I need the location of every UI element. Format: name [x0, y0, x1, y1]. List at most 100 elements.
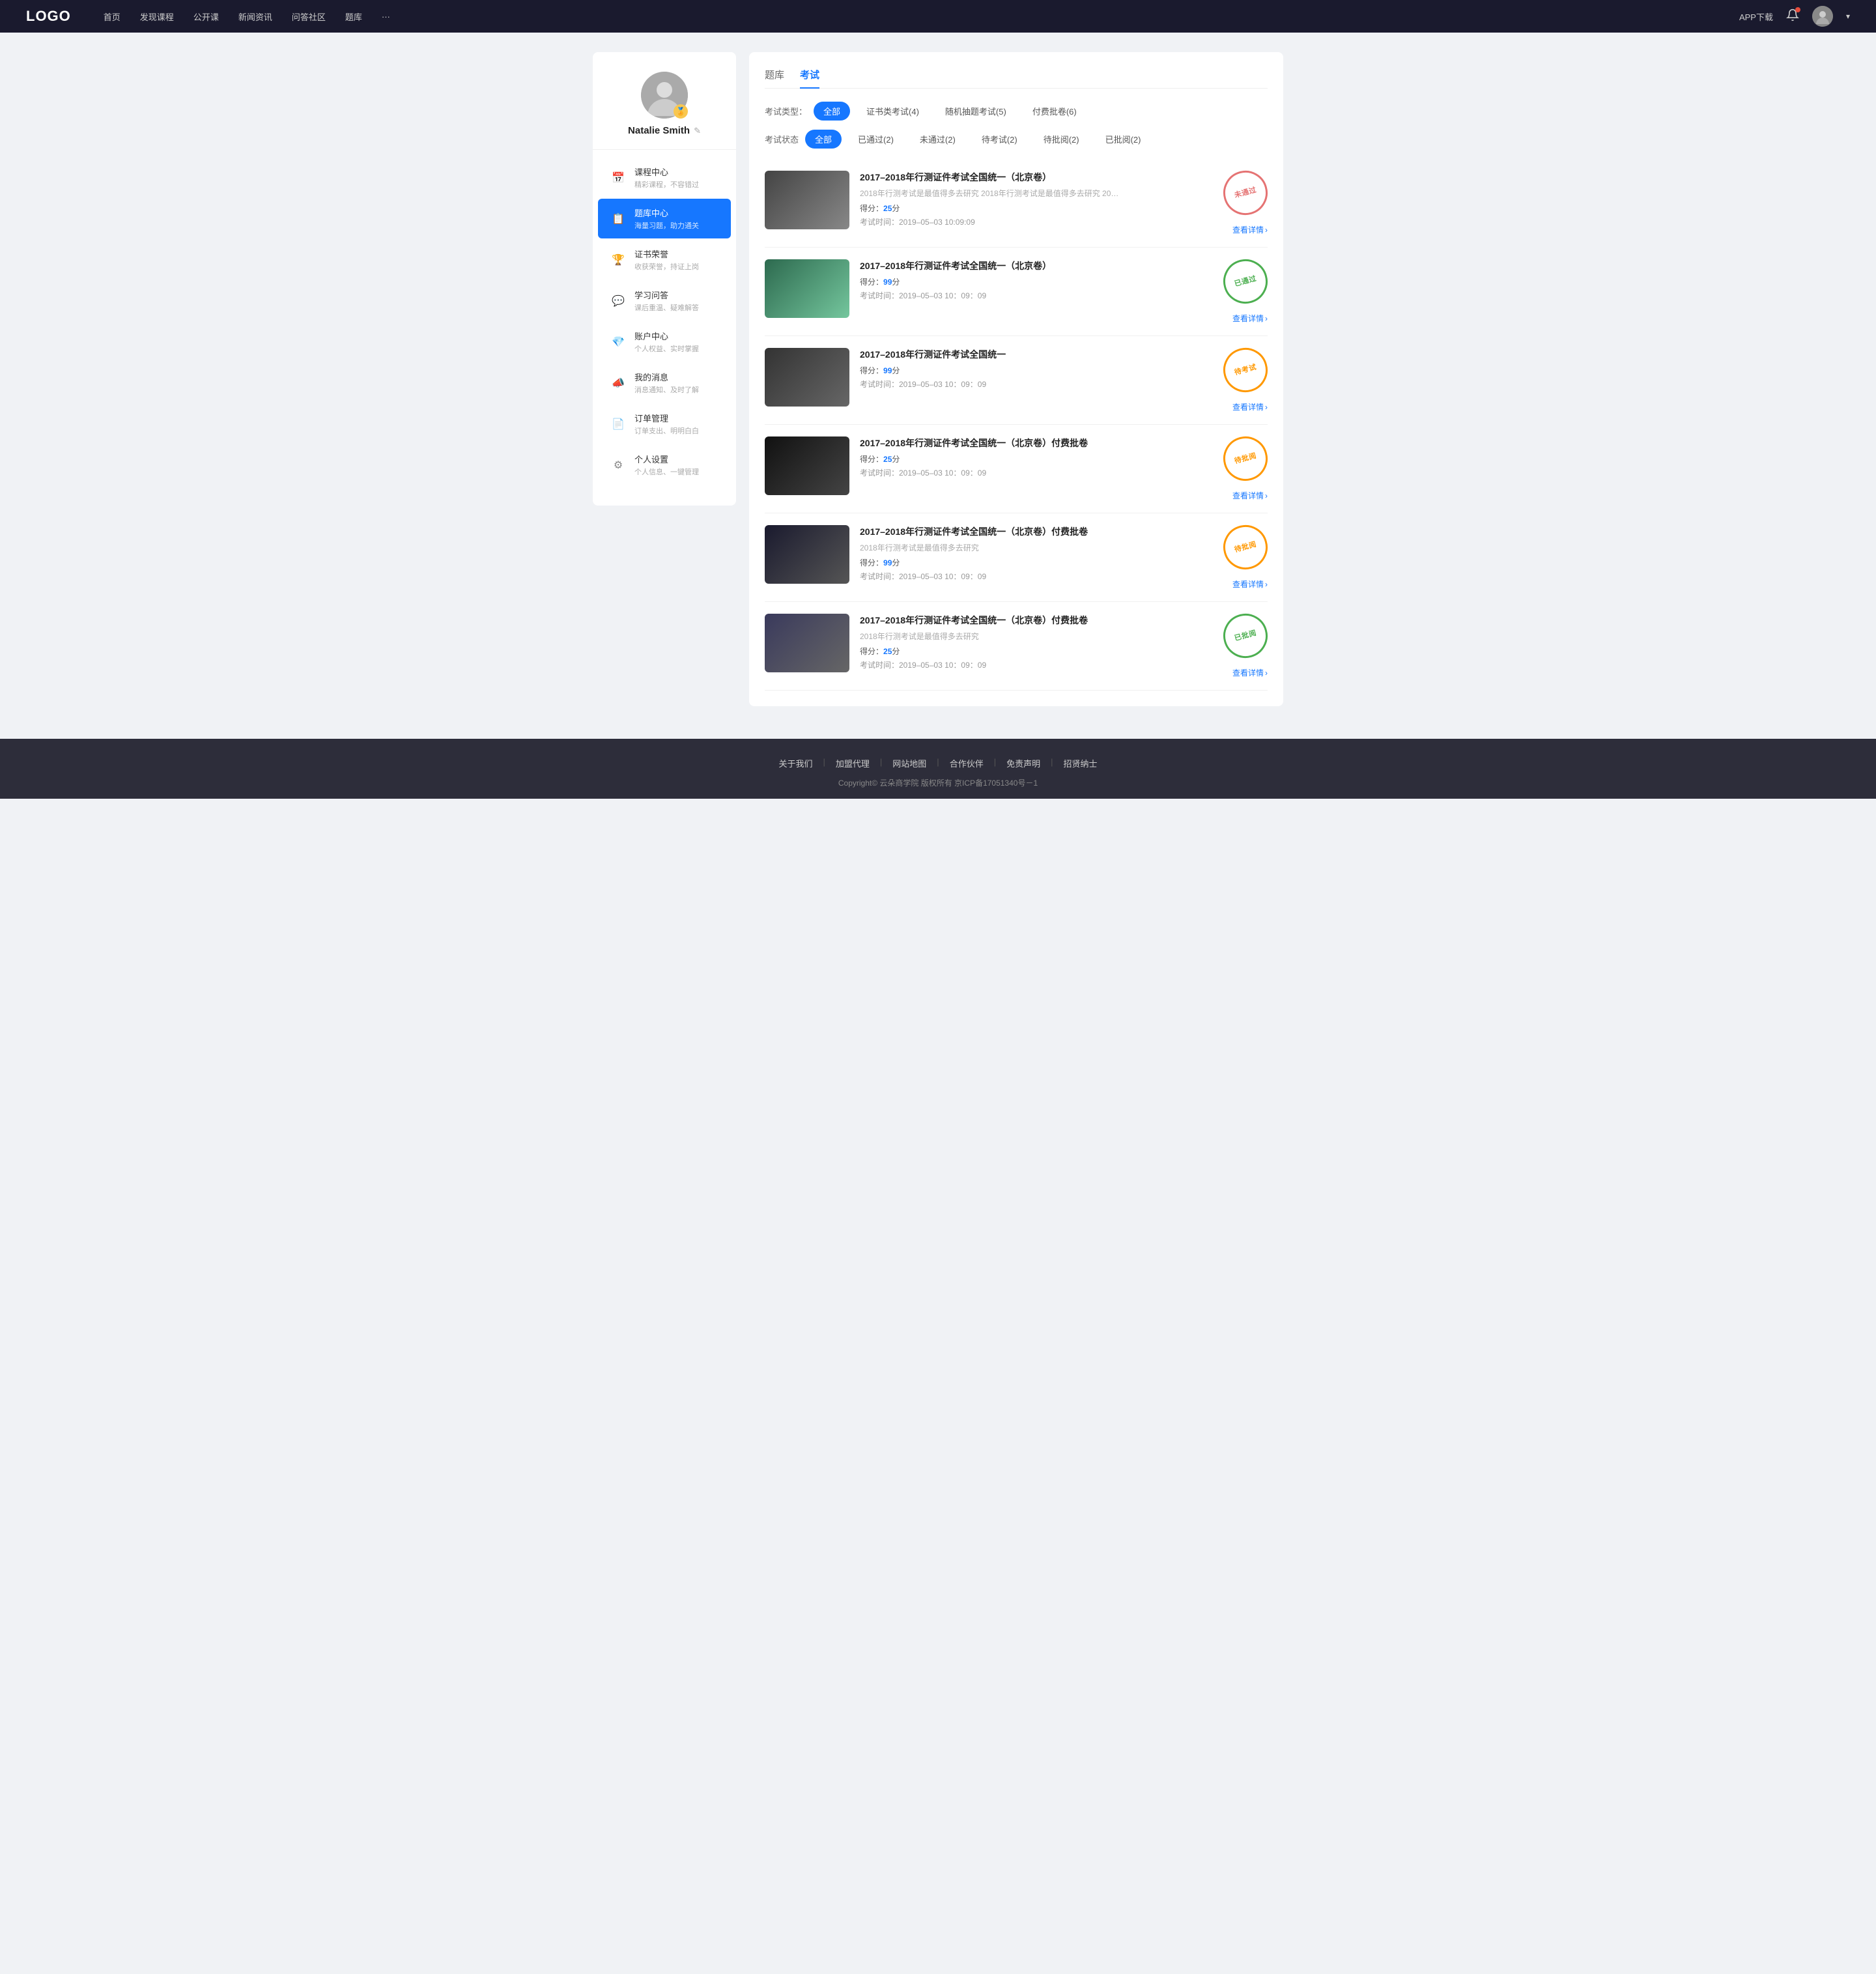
exam-detail-link-4[interactable]: 查看详情 ›	[1232, 579, 1268, 590]
exam-time-4: 考试时间：2019–05–03 10：09：09	[860, 571, 1199, 582]
exam-detail-link-5[interactable]: 查看详情 ›	[1232, 667, 1268, 678]
footer-link-5[interactable]: 招贤纳士	[1064, 757, 1098, 769]
exam-right-4: 待批阅 查看详情 ›	[1209, 525, 1268, 590]
menu-label-0: 课程中心	[634, 165, 699, 178]
avatar-wrap: 🏅	[641, 72, 688, 119]
detail-arrow-4: ›	[1265, 580, 1268, 589]
logo: LOGO	[26, 8, 71, 25]
exam-score-1: 得分：99分	[860, 276, 1199, 287]
menu-icon-2: 🏆	[611, 253, 625, 267]
menu-label-2: 证书荣誉	[634, 248, 699, 260]
menu-icon-5: 📣	[611, 376, 625, 390]
exam-item-2: 2017–2018年行测证件考试全国统一 得分：99分 考试时间：2019–05…	[765, 336, 1268, 425]
exam-title-1: 2017–2018年行测证件考试全国统一（北京卷）	[860, 259, 1199, 272]
footer-link-1[interactable]: 加盟代理	[836, 757, 870, 769]
nav-news[interactable]: 新闻资讯	[238, 10, 272, 23]
filter-status-pending-exam[interactable]: 待考试(2)	[972, 130, 1027, 149]
filter-status-reviewed[interactable]: 已批阅(2)	[1096, 130, 1151, 149]
nav-open-courses[interactable]: 公开课	[193, 10, 219, 23]
edit-profile-icon[interactable]: ✎	[694, 126, 701, 136]
exam-detail-link-3[interactable]: 查看详情 ›	[1232, 490, 1268, 501]
badge-icon: 🏅	[674, 104, 688, 119]
exam-stamp-1: 已通过	[1218, 254, 1272, 308]
menu-label-1: 题库中心	[634, 207, 699, 219]
filter-status-label: 考试状态	[765, 133, 799, 145]
exam-stamp-2: 待考试	[1218, 343, 1272, 397]
footer-link-0[interactable]: 关于我们	[778, 757, 812, 769]
exam-right-1: 已通过 查看详情 ›	[1209, 259, 1268, 324]
exam-detail-link-1[interactable]: 查看详情 ›	[1232, 313, 1268, 324]
exam-info-2: 2017–2018年行测证件考试全国统一 得分：99分 考试时间：2019–05…	[860, 348, 1199, 390]
menu-icon-6: 📄	[611, 417, 625, 431]
footer-sep-3: |	[994, 757, 996, 769]
nav-home[interactable]: 首页	[104, 10, 121, 23]
page-body: 🏅 Natalie Smith ✎ 📅 课程中心 精彩课程，不容错过 📋 题库中…	[580, 33, 1296, 726]
sidebar-item-0[interactable]: 📅 课程中心 精彩课程，不容错过	[598, 158, 731, 197]
filter-type-all[interactable]: 全部	[814, 102, 850, 121]
user-menu-chevron[interactable]: ▾	[1846, 12, 1850, 21]
tab-exam[interactable]: 考试	[800, 68, 819, 88]
exam-time-0: 考试时间：2019–05–03 10:09:09	[860, 216, 1199, 227]
footer-links: 关于我们|加盟代理|网站地图|合作伙伴|免责声明|招贤纳士	[13, 757, 1863, 769]
user-avatar-nav[interactable]	[1812, 6, 1833, 27]
nav-qa[interactable]: 问答社区	[292, 10, 326, 23]
nav-question-bank[interactable]: 题库	[345, 10, 362, 23]
exam-time-5: 考试时间：2019–05–03 10：09：09	[860, 659, 1199, 670]
notification-dot	[1795, 7, 1800, 12]
navbar: LOGO 首页 发现课程 公开课 新闻资讯 问答社区 题库 ··· APP下载 …	[0, 0, 1876, 33]
filter-type-cert[interactable]: 证书类考试(4)	[857, 102, 929, 121]
app-download-link[interactable]: APP下载	[1739, 10, 1773, 23]
exam-thumbnail-5	[765, 614, 849, 672]
footer-sep-1: |	[880, 757, 882, 769]
exam-title-2: 2017–2018年行测证件考试全国统一	[860, 348, 1199, 361]
sidebar-item-2[interactable]: 🏆 证书荣誉 收获荣誉，持证上岗	[598, 240, 731, 279]
menu-label-5: 我的消息	[634, 371, 699, 383]
exam-info-1: 2017–2018年行测证件考试全国统一（北京卷） 得分：99分 考试时间：20…	[860, 259, 1199, 301]
exam-detail-link-2[interactable]: 查看详情 ›	[1232, 401, 1268, 412]
menu-sub-2: 收获荣誉，持证上岗	[634, 261, 699, 272]
sidebar-item-3[interactable]: 💬 学习问答 课后重温、疑难解答	[598, 281, 731, 321]
sidebar-item-5[interactable]: 📣 我的消息 消息通知、及时了解	[598, 363, 731, 403]
footer-link-3[interactable]: 合作伙伴	[950, 757, 984, 769]
tab-question-bank[interactable]: 题库	[765, 68, 784, 88]
detail-arrow-3: ›	[1265, 491, 1268, 500]
username: Natalie Smith	[628, 125, 690, 136]
sidebar: 🏅 Natalie Smith ✎ 📅 课程中心 精彩课程，不容错过 📋 题库中…	[593, 52, 736, 506]
filter-type-random[interactable]: 随机抽题考试(5)	[935, 102, 1016, 121]
exam-detail-link-0[interactable]: 查看详情 ›	[1232, 224, 1268, 235]
content-tabs: 题库 考试	[765, 68, 1268, 89]
sidebar-item-6[interactable]: 📄 订单管理 订单支出、明明白白	[598, 404, 731, 444]
exam-item-1: 2017–2018年行测证件考试全国统一（北京卷） 得分：99分 考试时间：20…	[765, 248, 1268, 336]
exam-item-3: 2017–2018年行测证件考试全国统一（北京卷）付费批卷 得分：25分 考试时…	[765, 425, 1268, 513]
filter-status-all[interactable]: 全部	[805, 130, 842, 149]
sidebar-item-7[interactable]: ⚙ 个人设置 个人信息、一键管理	[598, 445, 731, 485]
menu-sub-3: 课后重温、疑难解答	[634, 302, 699, 313]
sidebar-item-1[interactable]: 📋 题库中心 海量习题，助力通关	[598, 199, 731, 238]
footer-copyright: Copyright© 云朵商学院 版权所有 京ICP备17051340号－1	[13, 777, 1863, 788]
sidebar-menu: 📅 课程中心 精彩课程，不容错过 📋 题库中心 海量习题，助力通关 🏆 证书荣誉…	[593, 150, 736, 493]
footer-link-4[interactable]: 免责声明	[1006, 757, 1040, 769]
filter-type-paid[interactable]: 付费批卷(6)	[1023, 102, 1087, 121]
exam-info-3: 2017–2018年行测证件考试全国统一（北京卷）付费批卷 得分：25分 考试时…	[860, 436, 1199, 478]
exam-title-4: 2017–2018年行测证件考试全国统一（北京卷）付费批卷	[860, 525, 1199, 538]
menu-icon-7: ⚙	[611, 458, 625, 472]
sidebar-item-4[interactable]: 💎 账户中心 个人权益、实时掌握	[598, 322, 731, 362]
menu-label-6: 订单管理	[634, 412, 699, 424]
exam-time-1: 考试时间：2019–05–03 10：09：09	[860, 290, 1199, 301]
exam-right-0: 未通过 查看详情 ›	[1209, 171, 1268, 235]
nav-right: APP下载 ▾	[1739, 6, 1850, 27]
notification-bell[interactable]	[1786, 8, 1799, 25]
main-content: 题库 考试 考试类型： 全部 证书类考试(4) 随机抽题考试(5) 付费批卷(6…	[749, 52, 1283, 706]
exam-desc-5: 2018年行测考试是最值得多去研究	[860, 631, 1120, 642]
nav-more[interactable]: ···	[382, 12, 390, 21]
filter-status-passed[interactable]: 已通过(2)	[848, 130, 903, 149]
menu-sub-5: 消息通知、及时了解	[634, 384, 699, 395]
filter-status-failed[interactable]: 未通过(2)	[910, 130, 965, 149]
nav-courses[interactable]: 发现课程	[140, 10, 174, 23]
filter-type-row: 考试类型： 全部 证书类考试(4) 随机抽题考试(5) 付费批卷(6)	[765, 102, 1268, 121]
filter-status-pending-review[interactable]: 待批阅(2)	[1034, 130, 1089, 149]
exam-stamp-5: 已批阅	[1218, 608, 1272, 663]
footer-link-2[interactable]: 网站地图	[892, 757, 926, 769]
exam-thumbnail-2	[765, 348, 849, 407]
user-name-row: Natalie Smith ✎	[628, 125, 701, 136]
